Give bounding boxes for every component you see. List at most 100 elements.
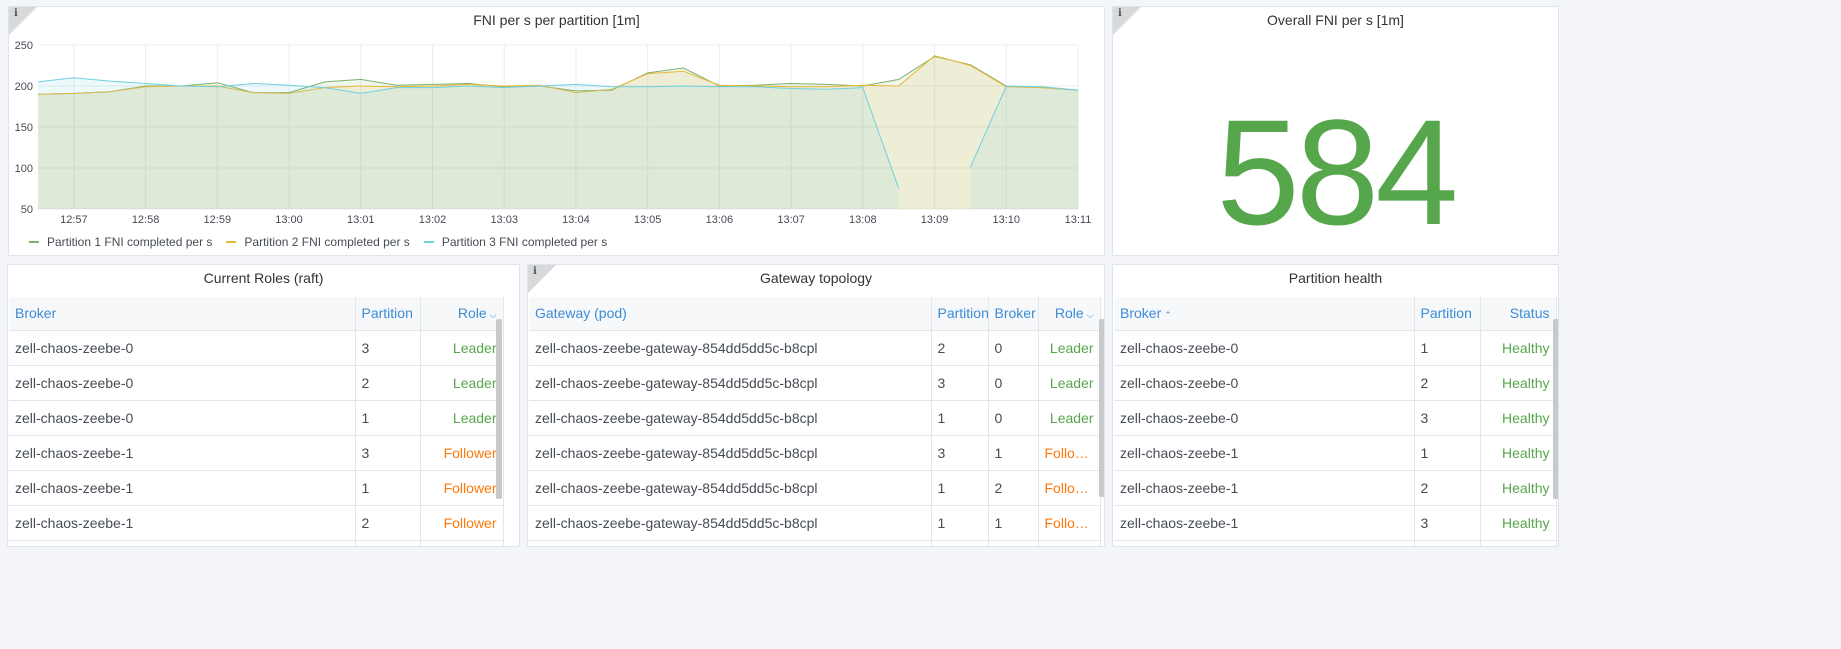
panel-title[interactable]: Partition health [1113, 270, 1558, 286]
scrollbar[interactable] [1099, 319, 1104, 497]
cell-role: Follow... [1038, 434, 1101, 470]
table-row[interactable]: zell-chaos-zeebe-gateway-854dd5dd5c-b8cp… [529, 329, 1101, 365]
cell-role: Leader [1038, 329, 1101, 365]
chevron-up-icon: ⌃ [1164, 310, 1172, 321]
table-row[interactable]: zell-chaos-zeebe-1 2 Healthy [1114, 469, 1557, 505]
cell-broker: 0 [988, 399, 1039, 435]
panel-title[interactable]: Gateway topology [528, 270, 1104, 286]
legend-item[interactable]: Partition 2 FNI completed per s [226, 235, 410, 249]
legend-swatch [423, 241, 434, 243]
cell-role: Follower [420, 504, 504, 540]
column-header-partition[interactable]: Partition [355, 297, 421, 330]
cell-broker: zell-chaos-zeebe-1 [9, 434, 356, 470]
x-tick-label: 13:07 [777, 214, 805, 226]
legend-item[interactable]: Partition 3 FNI completed per s [423, 235, 608, 249]
column-header-status[interactable]: Status [1480, 297, 1557, 330]
table-row[interactable]: zell-chaos-zeebe-1 3 Follower [9, 434, 504, 470]
cell-broker: zell-chaos-zeebe-1 [1114, 504, 1415, 540]
cell-partition: 2 [1414, 469, 1481, 505]
fni-graph-panel: i FNI per s per partition [1m] 50 100 150 2… [8, 6, 1105, 256]
cell-broker: 0 [988, 364, 1039, 400]
cell-partition: 1 [1414, 539, 1481, 546]
panel-title[interactable]: Current Roles (raft) [8, 270, 519, 286]
x-tick-label: 13:02 [419, 214, 447, 226]
x-tick-label: 13:09 [921, 214, 949, 226]
cell-partition: 2 [931, 539, 989, 546]
column-header-broker[interactable]: Broker [9, 297, 356, 330]
x-tick-label: 13:08 [849, 214, 877, 226]
table-row[interactable]: zell-chaos-zeebe-gateway-854dd5dd5c-b8cp… [529, 504, 1101, 540]
table-row[interactable]: zell-chaos-zeebe-gateway-854dd5dd5c-b8cp… [529, 399, 1101, 435]
cell-broker: zell-chaos-zeebe-0 [1114, 399, 1415, 435]
legend-item[interactable]: Partition 1 FNI completed per s [29, 235, 212, 249]
legend-swatch [226, 241, 237, 243]
cell-broker: 0 [988, 329, 1039, 365]
legend-label: Partition 2 FNI completed per s [244, 235, 410, 249]
cell-broker: zell-chaos-zeebe-1 [1114, 469, 1415, 505]
cell-gateway: zell-chaos-zeebe-gateway-854dd5dd5c-b8cp… [529, 399, 932, 435]
table-row[interactable]: zell-chaos-zeebe-1 1 Healthy [1114, 434, 1557, 470]
cell-broker: 1 [988, 434, 1039, 470]
cell-broker: zell-chaos-zeebe-0 [9, 329, 356, 365]
table-row[interactable]: zell-chaos-zeebe-0 3 Leader [9, 329, 504, 365]
fni-chart[interactable]: 50 100 150 200 250 12:57 12:58 12:59 13:00 13:01 1… [9, 27, 1105, 256]
cell-role: Leader [420, 364, 504, 400]
table-row[interactable]: zell-chaos-zeebe-gateway-854dd5dd5c-b8cp… [529, 364, 1101, 400]
y-tick-label: 250 [15, 40, 33, 52]
cell-role: Follower [420, 469, 504, 505]
chart-legend: Partition 1 FNI completed per s Partition… [29, 235, 607, 249]
gateway-topology-panel: i Gateway topology Gateway (pod) Partiti… [527, 264, 1105, 547]
table-row[interactable]: zell-chaos-zeebe-gateway-854dd5dd5c-b8cp… [529, 539, 1101, 546]
cell-status: Healthy [1480, 364, 1557, 400]
cell-status: Healthy [1480, 539, 1557, 546]
table-row[interactable]: zell-chaos-zeebe-1 3 Healthy [1114, 504, 1557, 540]
cell-status: Healthy [1480, 329, 1557, 365]
table-row[interactable]: zell-chaos-zeebe-0 2 Healthy [1114, 364, 1557, 400]
cell-broker: zell-chaos-zeebe-2 [9, 539, 356, 546]
scrollbar[interactable] [496, 319, 502, 499]
cell-partition: 3 [355, 434, 421, 470]
table-row[interactable]: zell-chaos-zeebe-0 3 Healthy [1114, 399, 1557, 435]
gateway-table: Gateway (pod) Partition Broker Role ⌵ zel… [529, 297, 1101, 546]
health-table: Broker ⌃ Partition Status zell-chaos-zeeb… [1114, 297, 1557, 546]
panel-title[interactable]: Overall FNI per s [1m] [1113, 12, 1558, 28]
table-row[interactable]: zell-chaos-zeebe-1 1 Follower [9, 469, 504, 505]
table-row[interactable]: zell-chaos-zeebe-gateway-854dd5dd5c-b8cp… [529, 469, 1101, 505]
x-tick-label: 13:03 [490, 214, 518, 226]
cell-broker: zell-chaos-zeebe-0 [1114, 364, 1415, 400]
column-header-partition[interactable]: Partition [1414, 297, 1481, 330]
column-header-broker[interactable]: Broker ⌃ [1114, 297, 1415, 330]
cell-status: Healthy [1480, 504, 1557, 540]
cell-role: Leader [420, 399, 504, 435]
cell-status: Healthy [1480, 399, 1557, 435]
column-header-role[interactable]: Role ⌵ [1038, 297, 1101, 330]
table-row[interactable]: zell-chaos-zeebe-0 1 Leader [9, 399, 504, 435]
cell-partition: 1 [931, 504, 989, 540]
table-row[interactable]: zell-chaos-zeebe-23Follower [9, 539, 504, 546]
current-roles-panel: Current Roles (raft) Broker Partition Ro… [7, 264, 520, 547]
column-header-broker[interactable]: Broker [988, 297, 1039, 330]
y-tick-label: 150 [15, 122, 33, 134]
table-row[interactable]: zell-chaos-zeebe-1 2 Follower [9, 504, 504, 540]
table-row[interactable]: zell-chaos-zeebe-0 1 Healthy [1114, 329, 1557, 365]
cell-broker: 1 [988, 504, 1039, 540]
cell-role: Follower [420, 539, 504, 546]
table-row[interactable]: zell-chaos-zeebe-0 2 Leader [9, 364, 504, 400]
overall-fni-panel: i Overall FNI per s [1m] 584 [1112, 6, 1559, 256]
cell-partition: 3 [931, 434, 989, 470]
cell-partition: 1 [1414, 329, 1481, 365]
table-row[interactable]: zell-chaos-zeebe-gateway-854dd5dd5c-b8cp… [529, 434, 1101, 470]
x-tick-label: 12:59 [204, 214, 232, 226]
x-tick-label: 13:04 [562, 214, 590, 226]
cell-partition: 2 [355, 364, 421, 400]
scrollbar[interactable] [1553, 319, 1558, 499]
cell-role: Follower [420, 434, 504, 470]
partition-health-panel: Partition health Broker ⌃ Partition Statu… [1112, 264, 1559, 547]
column-header-partition[interactable]: Partition [931, 297, 989, 330]
table-row[interactable]: zell-chaos-zeebe-21Healthy [1114, 539, 1557, 546]
legend-label: Partition 3 FNI completed per s [441, 235, 608, 249]
panel-title[interactable]: FNI per s per partition [1m] [9, 12, 1104, 28]
cell-broker: zell-chaos-zeebe-1 [1114, 434, 1415, 470]
column-header-gateway[interactable]: Gateway (pod) [529, 297, 932, 330]
column-header-role[interactable]: Role ⌵ [420, 297, 504, 330]
